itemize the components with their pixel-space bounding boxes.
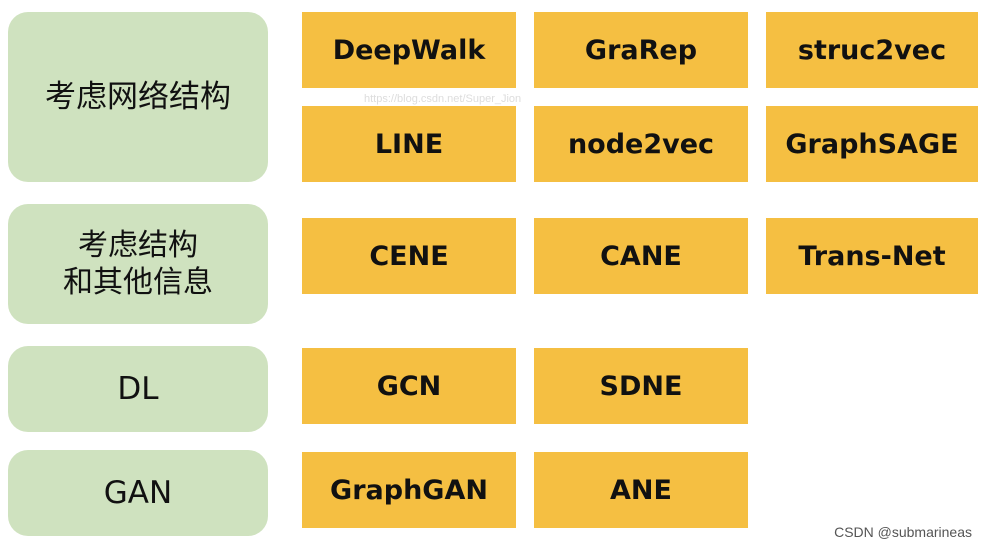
method-box: DeepWalk	[302, 12, 516, 88]
method-box: SDNE	[534, 348, 748, 424]
method-box: LINE	[302, 106, 516, 182]
method-box: struc2vec	[766, 12, 978, 88]
method-box: CENE	[302, 218, 516, 294]
method-box: GCN	[302, 348, 516, 424]
category-structure-and-other-info: 考虑结构 和其他信息	[8, 204, 268, 324]
watermark: https://blog.csdn.net/Super_Jion	[364, 93, 522, 105]
method-box: GraphSAGE	[766, 106, 978, 182]
method-box: CANE	[534, 218, 748, 294]
category-gan: GAN	[8, 450, 268, 536]
credit-watermark: CSDN @submarineas	[834, 524, 972, 540]
method-box: GraRep	[534, 12, 748, 88]
method-box: node2vec	[534, 106, 748, 182]
category-dl: DL	[8, 346, 268, 432]
method-box: ANE	[534, 452, 748, 528]
method-box: Trans-Net	[766, 218, 978, 294]
category-network-structure: 考虑网络结构	[8, 12, 268, 182]
method-box: GraphGAN	[302, 452, 516, 528]
